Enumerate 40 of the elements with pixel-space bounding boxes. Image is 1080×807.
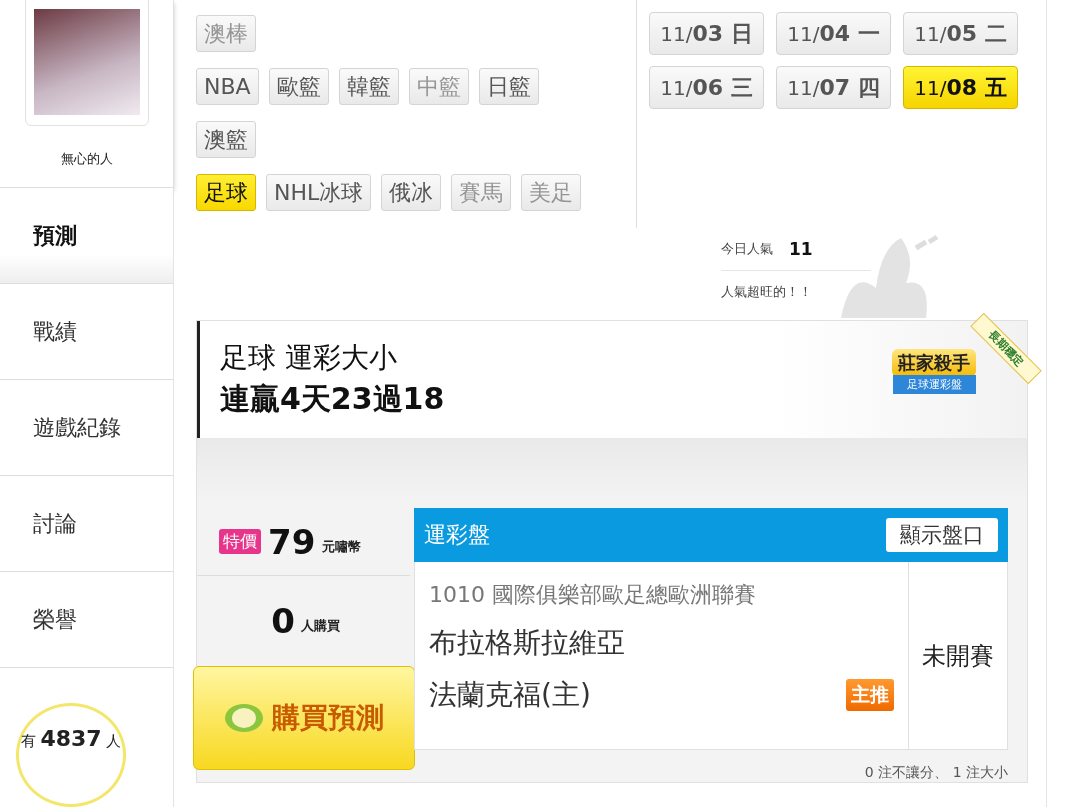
buyer-count: 0: [271, 601, 295, 641]
pick-tag: 主推: [846, 679, 894, 711]
sport-tab[interactable]: 澳籃: [196, 121, 256, 158]
home-team: 法蘭克福(主): [429, 677, 591, 713]
sale-tag: 特價: [219, 529, 261, 554]
date-tab[interactable]: 11/07 四: [776, 66, 891, 109]
date-tab[interactable]: 11/03 日: [649, 12, 764, 55]
show-odds-button[interactable]: 顯示盤口: [886, 518, 998, 552]
sport-tab[interactable]: 日籃: [478, 68, 539, 105]
sport-tab[interactable]: NBA: [196, 68, 259, 105]
buy-button[interactable]: 購買預測: [193, 666, 415, 770]
date-tab[interactable]: 11/05 二: [903, 12, 1018, 55]
visitor-count: 4837: [40, 726, 102, 752]
sport-tab[interactable]: 歐籃: [268, 68, 329, 105]
match-status: 未開賽: [921, 640, 995, 672]
visitor-suffix: 人: [105, 732, 121, 752]
coin-icon: [224, 703, 264, 733]
visitor-prefix: 有: [21, 732, 37, 752]
bet-summary: 0 注不讓分、 1 注大小: [863, 764, 1008, 782]
price-unit: 元嘯幣: [322, 537, 362, 556]
card-title: 足球 運彩大小: [220, 340, 398, 376]
sport-tab[interactable]: NHL冰球: [266, 174, 372, 211]
popularity-value: 11: [789, 239, 813, 259]
sport-tab[interactable]: 韓籃: [338, 68, 399, 105]
user-name: 無心的人: [60, 150, 113, 168]
sport-tab[interactable]: 足球: [196, 174, 256, 211]
date-tab[interactable]: 11/08 五: [903, 66, 1018, 109]
price: 79: [268, 521, 316, 562]
sport-tab[interactable]: 俄冰: [381, 174, 442, 211]
badge-subtitle: 足球運彩盤: [892, 374, 976, 394]
match-league: 1010 國際俱樂部歐足總歐洲聯賽: [429, 581, 757, 609]
popularity-note: 人氣超旺的！！: [721, 283, 813, 301]
table-title: 運彩盤: [424, 521, 490, 549]
popularity-label: 今日人氣: [721, 240, 773, 258]
win-streak: 連贏4天23過18: [220, 380, 445, 418]
buyer-label: 人購買: [300, 617, 340, 635]
away-team: 布拉格斯拉維亞: [429, 625, 626, 661]
badge-title: 莊家殺手: [892, 348, 976, 377]
date-tab[interactable]: 11/06 三: [649, 66, 764, 109]
date-tab[interactable]: 11/04 一: [776, 12, 891, 55]
